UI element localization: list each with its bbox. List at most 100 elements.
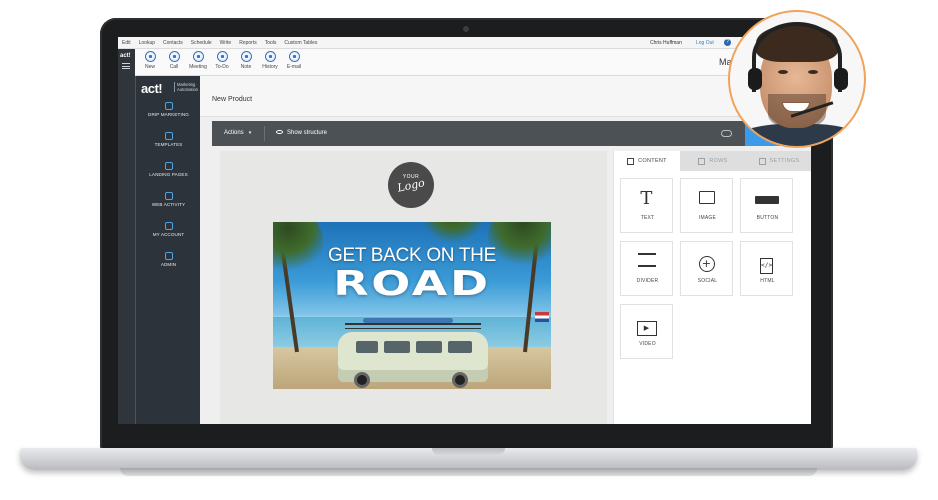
toolbar-divider: [264, 126, 265, 141]
tab-settings-label: SETTINGS: [769, 158, 800, 164]
sidebar-item-admin[interactable]: ADMIN: [136, 252, 201, 267]
tab-rows-label: ROWS: [709, 158, 728, 164]
van-window: [448, 341, 472, 353]
headset-icon: [752, 22, 842, 92]
toolbar-history-label: History: [262, 64, 278, 70]
support-agent-avatar: [728, 10, 866, 148]
hero-image[interactable]: GET BACK ON THE ROAD: [273, 222, 551, 389]
actions-dropdown[interactable]: Actions ▾: [224, 130, 251, 136]
video-icon: ▶: [621, 315, 672, 336]
headset-earcup: [748, 68, 762, 90]
brand-logo: act! Marketing Automation: [141, 80, 198, 98]
actions-label: Actions: [224, 130, 244, 136]
menu-contacts[interactable]: Contacts: [163, 40, 183, 46]
meeting-icon: [192, 51, 204, 62]
eye-icon: [276, 130, 283, 135]
new-icon: [144, 51, 156, 62]
toolbar-note-button[interactable]: Note: [234, 51, 258, 70]
toolbar-todo-label: To-Do: [215, 64, 229, 70]
palm-leaves: [423, 222, 483, 247]
help-icon[interactable]: ?: [724, 39, 731, 46]
logout-link[interactable]: Log Out: [696, 40, 714, 46]
brand-subtitle: Marketing Automation: [174, 82, 198, 92]
content-block-text[interactable]: T TEXT: [620, 178, 673, 233]
email-logo[interactable]: YOUR Logo: [388, 162, 434, 208]
sidebar-item-label: TEMPLATES: [154, 142, 183, 147]
content-block-html[interactable]: </> HTML: [740, 241, 793, 296]
tab-rows[interactable]: ROWS: [680, 151, 746, 171]
sidebar-item-my-account[interactable]: MY ACCOUNT: [136, 222, 201, 237]
history-icon: [264, 51, 276, 62]
headset-earcup: [834, 68, 848, 90]
menu-write[interactable]: Write: [220, 40, 232, 46]
drip-icon: [164, 102, 173, 110]
button-icon: [741, 189, 792, 209]
admin-icon: [164, 252, 173, 260]
grid-icon: [627, 157, 635, 165]
menu-custom-tables[interactable]: Custom Tables: [284, 40, 317, 46]
settings-icon: [758, 157, 766, 165]
content-block-video[interactable]: ▶ VIDEO: [620, 304, 673, 359]
van-wheel: [452, 372, 468, 388]
sidebar: act! Marketing Automation DRIP MARKETING…: [135, 76, 200, 424]
menu-tools[interactable]: Tools: [265, 40, 277, 46]
rows-icon: [698, 157, 706, 165]
cloud-upload-icon[interactable]: [721, 130, 732, 137]
laptop-base: [20, 448, 917, 470]
content-block-social[interactable]: + SOCIAL: [680, 241, 733, 296]
toolbar-todo-button[interactable]: To-Do: [210, 51, 234, 70]
content-block-label: BUTTON: [756, 215, 779, 221]
tab-settings[interactable]: SETTINGS: [746, 151, 811, 171]
laptop-mockup: Edit Lookup Contacts Schedule Write Repo…: [0, 0, 938, 500]
roof-rack: [345, 323, 481, 329]
email-canvas[interactable]: YOUR Logo GET BACK ON THE ROAD: [220, 151, 607, 424]
toolbar: New Call Meeting To-Do Note History E-ma…: [118, 49, 811, 76]
act-logo-small: act!: [120, 53, 131, 59]
toolbar-new-label: New: [144, 64, 155, 70]
sidebar-item-templates[interactable]: TEMPLATES: [136, 132, 201, 147]
app-screen: Edit Lookup Contacts Schedule Write Repo…: [118, 37, 811, 424]
van-window: [356, 341, 378, 353]
menu-edit[interactable]: Edit: [122, 40, 131, 46]
toolbar-meeting-label: Meeting: [189, 64, 207, 70]
content-block-image[interactable]: IMAGE: [680, 178, 733, 233]
content-block-label: IMAGE: [698, 215, 717, 221]
van-window: [416, 341, 442, 353]
van: [338, 332, 488, 388]
toolbar-call-button[interactable]: Call: [162, 51, 186, 70]
toolbar-meeting-button[interactable]: Meeting: [186, 51, 210, 70]
sidebar-item-label: DRIP MARKETING: [148, 112, 189, 117]
html-icon: </>: [741, 252, 792, 274]
page-title: New Product: [212, 96, 253, 103]
content-block-button[interactable]: BUTTON: [740, 178, 793, 233]
menu-reports[interactable]: Reports: [239, 40, 257, 46]
account-icon: [164, 222, 173, 230]
brand-sub-line-2: Automation: [177, 87, 199, 92]
tab-content-label: CONTENT: [638, 158, 667, 164]
sidebar-item-drip-marketing[interactable]: DRIP MARKETING: [136, 102, 201, 117]
nav-strip: act!: [118, 49, 135, 424]
show-structure-button[interactable]: Show structure: [276, 130, 327, 136]
menu-lookup[interactable]: Lookup: [139, 40, 155, 46]
panel-tabs: CONTENT ROWS SETTINGS: [614, 151, 811, 171]
hamburger-menu-icon[interactable]: [122, 63, 130, 69]
toolbar-email-button[interactable]: E-mail: [282, 51, 306, 70]
brand-name: act!: [141, 81, 163, 96]
templates-icon: [164, 132, 173, 140]
toolbar-history-button[interactable]: History: [258, 51, 282, 70]
content-block-divider[interactable]: DIVIDER: [620, 241, 673, 296]
camera-icon: [463, 26, 469, 32]
editor-toolbar: Actions ▾ Show structure: [212, 121, 811, 146]
tab-content[interactable]: CONTENT: [614, 151, 680, 171]
toolbar-new-button[interactable]: New: [138, 51, 162, 70]
content-panel: CONTENT ROWS SETTINGS T TEXT IMAGE BUTTO…: [613, 151, 811, 424]
menu-schedule[interactable]: Schedule: [191, 40, 212, 46]
sidebar-item-label: MY ACCOUNT: [152, 232, 185, 237]
toolbar-email-label: E-mail: [286, 64, 302, 70]
phone-icon: [168, 51, 180, 62]
sidebar-item-landing-pages[interactable]: LANDING PAGES: [136, 162, 201, 177]
menu-bar: Edit Lookup Contacts Schedule Write Repo…: [118, 37, 811, 49]
sidebar-item-label: ADMIN: [160, 262, 177, 267]
flag: [535, 312, 549, 322]
sidebar-item-web-activity[interactable]: WEB ACTIVITY: [136, 192, 201, 207]
